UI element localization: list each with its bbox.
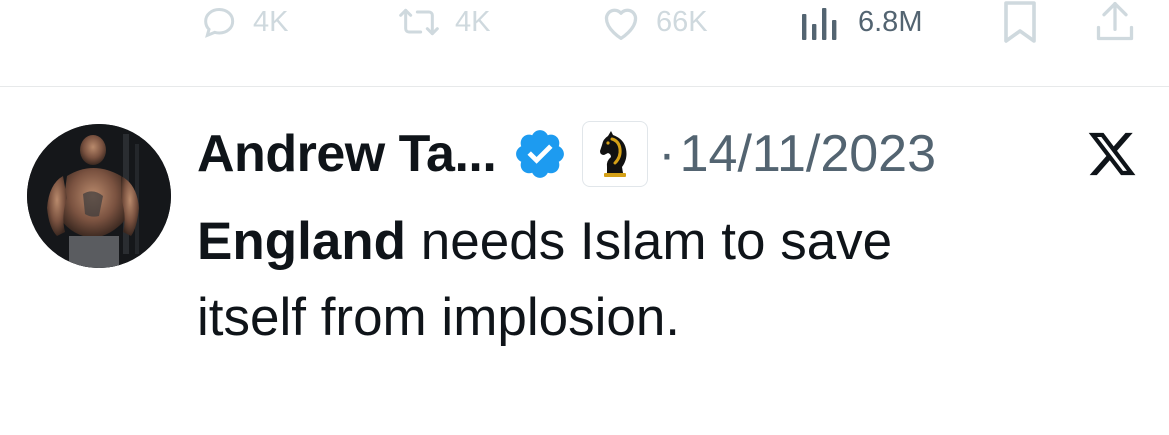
tweet-text-line1: needs Islam to save [406, 212, 893, 271]
previous-tweet-action-bar: 4K 4K 66K 6.8M [0, 0, 1169, 86]
affiliate-badge[interactable] [582, 121, 649, 187]
views-icon [802, 8, 837, 40]
tweet-text-bold: England [197, 212, 407, 271]
views-count: 6.8M [858, 5, 923, 38]
author-avatar[interactable] [27, 124, 171, 268]
bookmark-button[interactable] [1000, 0, 1040, 44]
verified-badge-icon[interactable] [512, 126, 568, 182]
chess-knight-icon [600, 131, 627, 177]
meta-separator: · [658, 125, 676, 183]
retweet-count: 4K [455, 5, 491, 38]
share-icon [1096, 2, 1134, 41]
share-button[interactable] [1094, 0, 1136, 44]
like-button[interactable]: 66K [598, 0, 708, 44]
reply-button[interactable]: 4K [197, 0, 288, 44]
tweet-header: Andrew Ta... · 14/11/2023 [197, 118, 936, 190]
heart-icon [604, 8, 638, 40]
like-count: 66K [656, 5, 708, 38]
retweet-button[interactable]: 4K [395, 0, 490, 44]
tweet-text-line2: itself from implosion. [197, 288, 681, 347]
tweet-date[interactable]: 14/11/2023 [680, 124, 936, 184]
reply-count: 4K [253, 5, 289, 38]
tweet-divider [0, 86, 1169, 87]
views-button[interactable]: 6.8M [800, 0, 922, 44]
retweet-icon [399, 8, 439, 36]
author-name[interactable]: Andrew Ta... [197, 124, 497, 184]
bookmark-icon [1004, 1, 1036, 43]
reply-icon [204, 7, 235, 38]
profile-photo-icon [27, 124, 171, 268]
x-logo-icon [1088, 132, 1136, 176]
tweet-text: England needs Islam to save itself from … [197, 204, 1137, 356]
